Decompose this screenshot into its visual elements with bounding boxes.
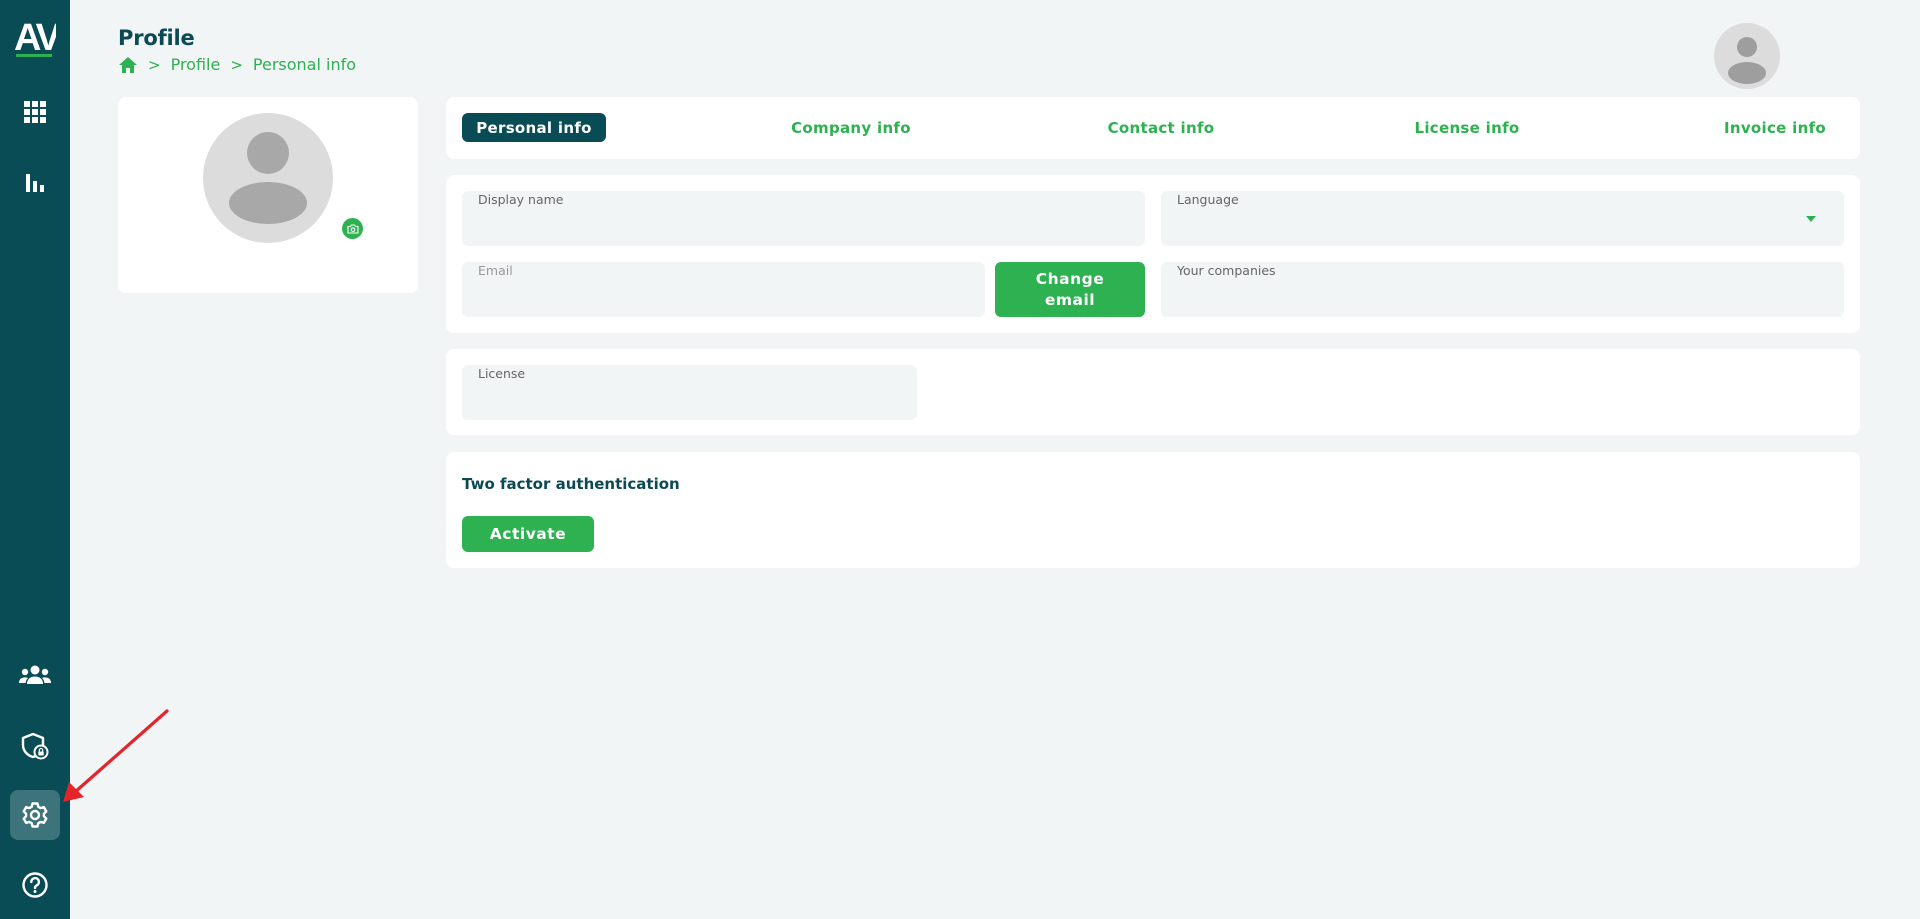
email-field[interactable]: Email xyxy=(462,262,985,317)
language-select[interactable]: Language xyxy=(1161,191,1844,246)
two-factor-card: Two factor authentication Activate xyxy=(446,452,1860,568)
breadcrumb-personal-info[interactable]: Personal info xyxy=(253,55,356,74)
change-email-button[interactable]: Change email xyxy=(995,262,1145,317)
license-field[interactable]: License xyxy=(462,365,917,420)
license-input[interactable] xyxy=(478,390,901,412)
display-name-field[interactable]: Display name xyxy=(462,191,1145,246)
tab-contact-info[interactable]: Contact info xyxy=(1096,113,1226,142)
sidebar-item-users[interactable] xyxy=(10,650,60,700)
sidebar: AV xyxy=(0,0,70,919)
tab-invoice-info[interactable]: Invoice info xyxy=(1710,113,1840,142)
tab-company-info[interactable]: Company info xyxy=(776,113,926,142)
user-silhouette-icon xyxy=(229,132,307,224)
personal-info-form: Display name Language Email Change email… xyxy=(446,175,1860,333)
two-factor-title: Two factor authentication xyxy=(462,475,680,493)
tab-personal-info[interactable]: Personal info xyxy=(462,113,606,142)
activate-2fa-button[interactable]: Activate xyxy=(462,516,594,552)
license-label: License xyxy=(478,366,526,381)
email-label: Email xyxy=(478,263,513,278)
profile-avatar xyxy=(203,113,333,243)
breadcrumb-separator: > xyxy=(230,55,243,74)
svg-text:AV: AV xyxy=(14,17,56,58)
sidebar-item-security[interactable] xyxy=(10,721,60,771)
profile-tabs: Personal info Company info Contact info … xyxy=(446,97,1860,159)
user-silhouette-icon xyxy=(1728,37,1766,84)
your-companies-label: Your companies xyxy=(1177,263,1276,278)
display-name-label: Display name xyxy=(478,192,564,207)
your-companies-input[interactable] xyxy=(1177,287,1828,309)
sidebar-item-apps[interactable] xyxy=(10,87,60,137)
language-label: Language xyxy=(1177,192,1239,207)
home-icon[interactable] xyxy=(118,56,138,74)
bar-chart-icon xyxy=(26,174,44,192)
sidebar-item-settings[interactable] xyxy=(10,790,60,840)
gear-icon xyxy=(22,802,48,828)
help-icon xyxy=(22,872,48,898)
profile-picture-card xyxy=(118,97,418,293)
license-card: License xyxy=(446,349,1860,435)
your-companies-field[interactable]: Your companies xyxy=(1161,262,1844,317)
email-input[interactable] xyxy=(478,287,969,309)
tab-license-info[interactable]: License info xyxy=(1402,113,1532,142)
breadcrumb-profile[interactable]: Profile xyxy=(171,55,221,74)
breadcrumb-separator: > xyxy=(148,55,161,74)
camera-icon xyxy=(346,223,359,234)
sidebar-item-help[interactable] xyxy=(10,860,60,910)
annotation-arrow xyxy=(63,709,169,802)
user-avatar[interactable] xyxy=(1714,23,1780,89)
apps-grid-icon xyxy=(24,101,46,123)
breadcrumb: > Profile > Personal info xyxy=(118,55,356,74)
app-logo[interactable]: AV xyxy=(14,16,56,58)
change-photo-button[interactable] xyxy=(342,218,363,239)
display-name-input[interactable] xyxy=(478,216,1129,238)
sidebar-item-reports[interactable] xyxy=(10,158,60,208)
page-title: Profile xyxy=(118,26,195,50)
shield-lock-icon xyxy=(21,732,49,760)
users-group-icon xyxy=(19,665,51,684)
chevron-down-icon[interactable] xyxy=(1806,216,1816,222)
